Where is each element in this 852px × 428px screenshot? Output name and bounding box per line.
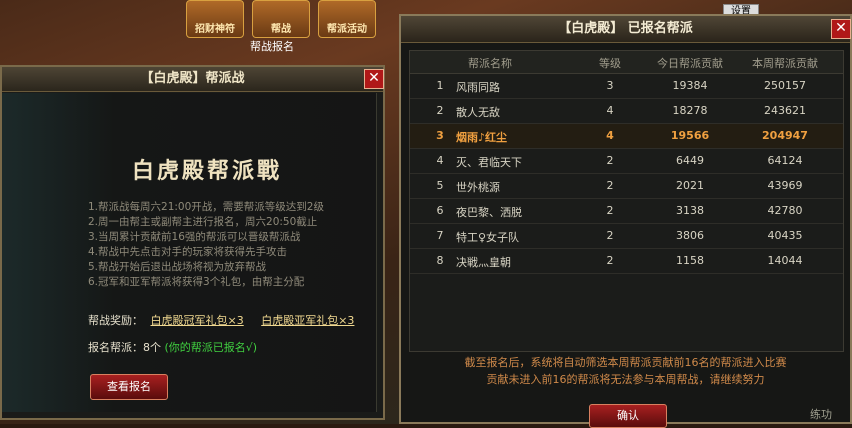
rule-item: 2.周一由帮主或副帮主进行报名，周六20:50截止 (88, 216, 318, 228)
guild-activity-label: 帮派活动 (327, 24, 367, 35)
today-cell: 19566 (670, 129, 710, 142)
guild-activity-button[interactable]: 帮派活动 (318, 0, 376, 38)
notice-line: 贡献未进入前16的帮派将无法参与本周帮战，请继续努力 (486, 373, 765, 386)
guild-war-panel-title: 【白虎殿】帮派战 (2, 67, 383, 92)
guild-table: 帮派名称 等级 今日帮派贡献 本周帮派贡献 1 风雨同路 3 19384 250… (409, 50, 844, 352)
week-cell: 43969 (767, 179, 803, 192)
confirm-button[interactable]: 确认 (589, 404, 667, 428)
today-cell: 6449 (676, 154, 704, 167)
close-icon[interactable]: ✕ (364, 69, 384, 89)
level-cell: 2 (606, 154, 614, 167)
guild-name-cell: 灭、君临天下 (456, 156, 522, 169)
rule-item: 5.帮战开始后退出战场将视为放弃帮战 (88, 261, 267, 273)
runnerup-gift-link[interactable]: 白虎殿亚军礼包×3 (261, 314, 354, 327)
table-row[interactable]: 8 决戦灬皇朝 2 1158 14044 (410, 249, 843, 274)
reward-row: 帮战奖励： 白虎殿冠军礼包×3 白虎殿亚军礼包×3 (88, 312, 364, 328)
close-icon[interactable]: ✕ (831, 19, 851, 39)
today-cell: 19384 (672, 79, 708, 92)
level-cell: 3 (606, 79, 614, 92)
level-cell: 4 (606, 104, 614, 117)
lucky-charm-label: 招财神符 (195, 24, 235, 35)
guild-war-content: 白虎殿帮派戰 1.帮派战每周六21:00开战，需要帮派等级达到2级 2.周一由帮… (2, 93, 377, 412)
level-cell: 2 (606, 179, 614, 192)
guild-name-cell: 散人无敌 (456, 106, 500, 119)
guild-war-panel: 【白虎殿】帮派战 ✕ 白虎殿帮派戰 1.帮派战每周六21:00开战，需要帮派等级… (0, 65, 385, 420)
week-cell: 250157 (764, 79, 806, 92)
table-row[interactable]: 2 散人无敌 4 18278 243621 (410, 99, 843, 124)
practice-label[interactable]: 练功 (810, 406, 832, 422)
signup-status: (你的帮派已报名√) (164, 341, 258, 354)
guild-name-cell: 决戦灬皇朝 (456, 256, 511, 269)
rule-item: 4.帮战中先点击对手的玩家将获得先手攻击 (88, 246, 288, 258)
level-cell: 2 (606, 204, 614, 217)
col-guild-name: 帮派名称 (468, 57, 512, 70)
rules-list: 1.帮派战每周六21:00开战，需要帮派等级达到2级 2.周一由帮主或副帮主进行… (88, 200, 324, 290)
level-cell: 4 (606, 129, 614, 142)
col-today-contribution: 今日帮派贡献 (657, 57, 723, 70)
col-level: 等级 (599, 57, 621, 70)
rule-item: 1.帮派战每周六21:00开战，需要帮派等级达到2级 (88, 201, 324, 213)
today-cell: 18278 (672, 104, 708, 117)
registered-guilds-panel: 【白虎殿】 已报名帮派 ✕ 帮派名称 等级 今日帮派贡献 本周帮派贡献 1 风雨… (399, 14, 852, 428)
champion-gift-link[interactable]: 白虎殿冠军礼包×3 (151, 314, 244, 327)
lucky-charm-button[interactable]: 招财神符 (186, 0, 244, 38)
table-row[interactable]: 1 风雨同路 3 19384 250157 (410, 74, 843, 99)
week-cell: 14044 (767, 254, 803, 267)
table-row-own-guild[interactable]: 3 烟雨♪红尘 4 19566 204947 (410, 124, 843, 149)
week-cell: 243621 (764, 104, 806, 117)
today-cell: 2021 (676, 179, 704, 192)
level-cell: 2 (606, 254, 614, 267)
table-header: 帮派名称 等级 今日帮派贡献 本周帮派贡献 (410, 51, 843, 74)
reward-label: 帮战奖励： (88, 314, 143, 327)
guild-name-cell: 夜巴黎、洒脱 (456, 206, 522, 219)
rule-item: 3.当周累计贡献前16强的帮派可以晋级帮派战 (88, 231, 301, 243)
guild-war-signup-tooltip: 帮战报名 (250, 40, 294, 53)
guild-war-button[interactable]: 帮战 (252, 0, 310, 38)
today-cell: 3806 (676, 229, 704, 242)
guild-name-cell: 世外桃源 (456, 181, 500, 194)
notice-line: 截至报名后，系统将自动筛选本周帮派贡献前16名的帮派进入比赛 (464, 356, 787, 369)
signup-count: 报名帮派：8个 (88, 341, 161, 354)
today-cell: 1158 (676, 254, 704, 267)
signup-row: 报名帮派：8个 (你的帮派已报名√) (88, 339, 257, 355)
guild-war-label: 帮战 (271, 24, 291, 35)
table-row[interactable]: 5 世外桃源 2 2021 43969 (410, 174, 843, 199)
table-row[interactable]: 7 特工♀女子队 2 3806 40435 (410, 224, 843, 249)
week-cell: 204947 (762, 129, 808, 142)
registered-guilds-title: 【白虎殿】 已报名帮派 (401, 16, 850, 43)
selection-notice: 截至报名后，系统将自动筛选本周帮派贡献前16名的帮派进入比赛 贡献未进入前16的… (401, 354, 850, 388)
table-row[interactable]: 6 夜巴黎、洒脱 2 3138 42780 (410, 199, 843, 224)
guild-name-cell: 风雨同路 (456, 81, 500, 94)
table-row[interactable]: 4 灭、君临天下 2 6449 64124 (410, 149, 843, 174)
week-cell: 42780 (767, 204, 803, 217)
today-cell: 3138 (676, 204, 704, 217)
guild-name-cell: 特工♀女子队 (456, 231, 520, 244)
rule-item: 6.冠军和亚军帮派将获得3个礼包，由帮主分配 (88, 276, 305, 288)
level-cell: 2 (606, 229, 614, 242)
col-week-contribution: 本周帮派贡献 (752, 57, 818, 70)
week-cell: 64124 (767, 154, 803, 167)
guild-name-cell: 烟雨♪红尘 (456, 131, 508, 144)
week-cell: 40435 (767, 229, 803, 242)
white-tiger-hall-title: 白虎殿帮派戰 (132, 158, 283, 184)
view-signups-button[interactable]: 查看报名 (90, 374, 168, 400)
